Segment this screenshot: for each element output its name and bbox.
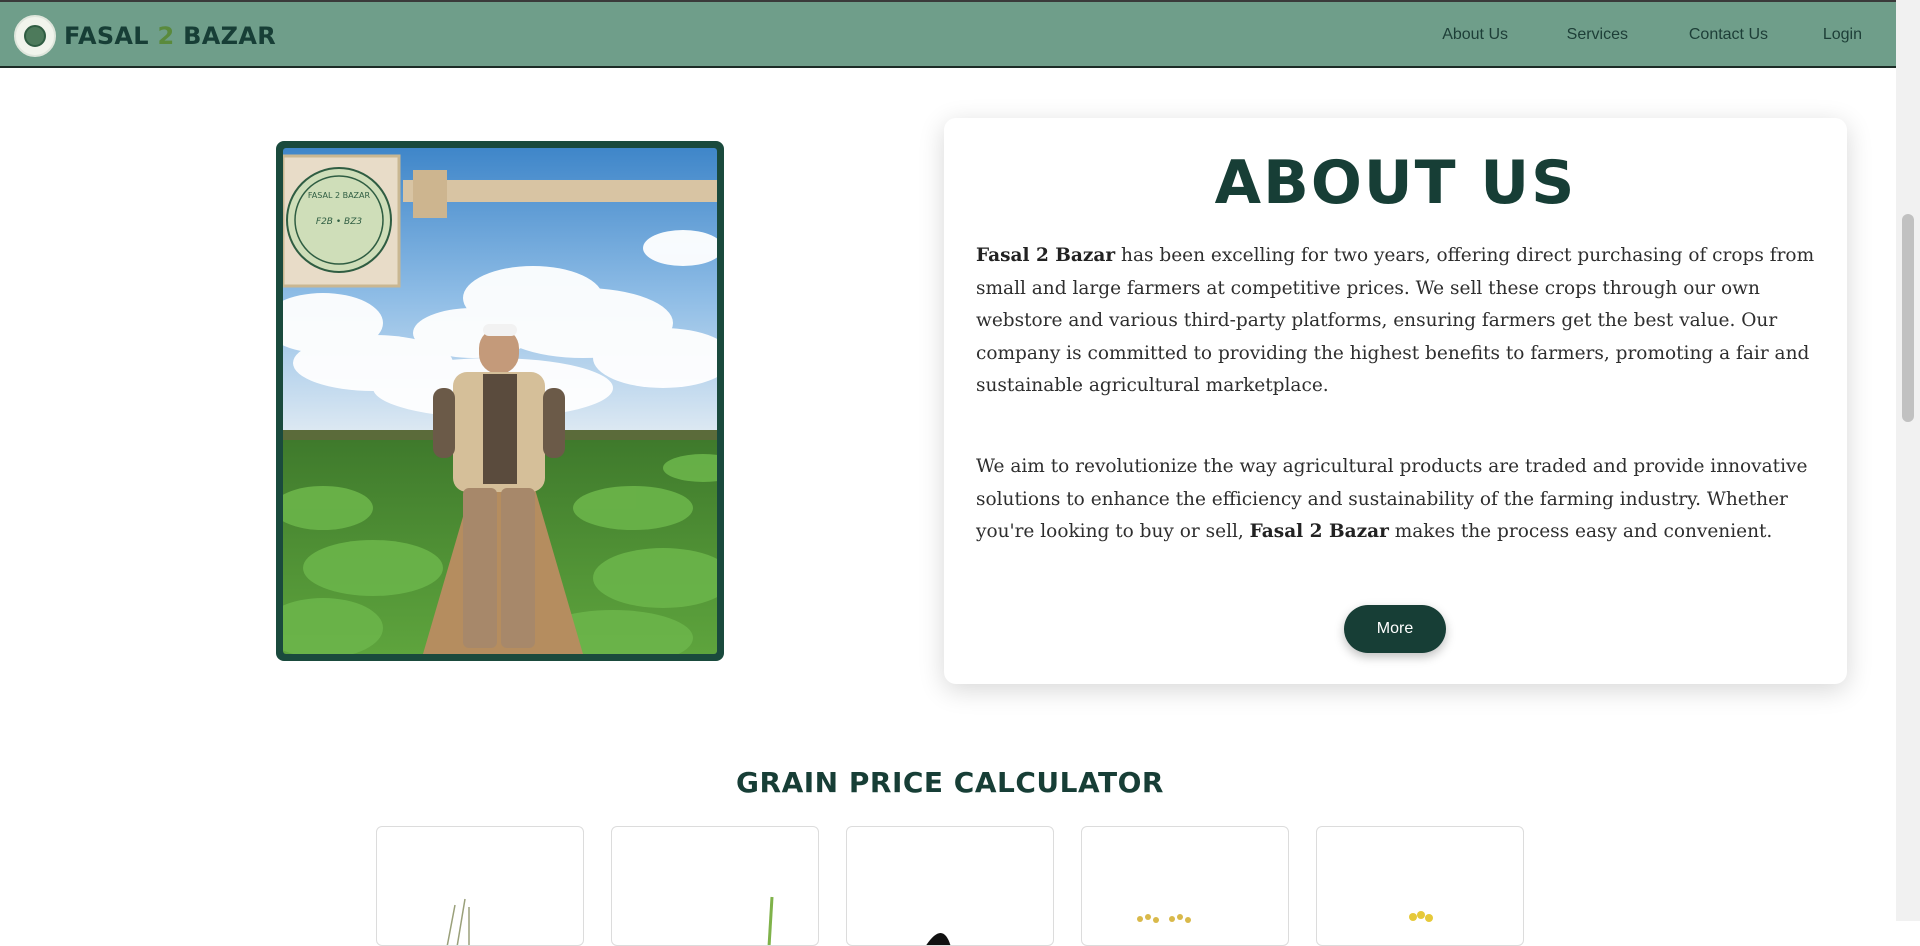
mustard-icon <box>1137 914 1191 923</box>
about-paragraph-1: Fasal 2 Bazar has been excelling for two… <box>976 240 1821 403</box>
about-card: ABOUT US Fasal 2 Bazar has been excellin… <box>944 118 1847 684</box>
grain-icon <box>926 933 951 945</box>
brand-name-part1: FASAL <box>64 22 158 50</box>
nav-contact-us[interactable]: Contact Us <box>1689 26 1768 44</box>
brand-logo[interactable] <box>14 15 56 57</box>
about-p2-text-b: makes the process easy and convenient. <box>1388 521 1773 542</box>
about-photo: FASAL 2 BAZAR F2B • BZ3 <box>283 148 717 654</box>
logo-icon <box>24 25 46 47</box>
more-button[interactable]: More <box>1344 605 1446 653</box>
grain-card-wheat[interactable] <box>376 826 584 946</box>
grain-card-grain[interactable] <box>846 826 1054 946</box>
nav-login[interactable]: Login <box>1823 26 1862 44</box>
sign-text-mid: F2B • BZ3 <box>316 217 362 227</box>
sign-text-top: FASAL 2 BAZAR <box>308 191 371 200</box>
brand-name-part3: BAZAR <box>174 22 277 50</box>
about-paragraph-2: We aim to revolutionize the way agricult… <box>976 451 1821 549</box>
grain-card-rice[interactable] <box>611 826 819 946</box>
wheat-icon <box>446 898 470 945</box>
brand-name-two: 2 <box>157 22 175 50</box>
grain-calculator-title: GRAIN PRICE CALCULATOR <box>736 766 1164 799</box>
about-title: ABOUT US <box>1214 148 1577 218</box>
farmer-in-field-image: FASAL 2 BAZAR F2B • BZ3 <box>283 148 717 654</box>
about-p1-text: has been excelling for two years, offeri… <box>976 245 1815 396</box>
rice-icon <box>767 896 774 945</box>
maize-icon <box>1409 911 1433 922</box>
grain-card-maize[interactable] <box>1316 826 1524 946</box>
brand-name[interactable]: FASAL 2 BAZAR <box>64 22 276 50</box>
nav-about-us[interactable]: About Us <box>1442 26 1508 44</box>
nav-services[interactable]: Services <box>1567 26 1628 44</box>
about-p1-brand: Fasal 2 Bazar <box>976 245 1116 266</box>
about-p2-brand: Fasal 2 Bazar <box>1249 521 1389 542</box>
navbar: FASAL 2 BAZAR About Us Services Contact … <box>0 2 1896 68</box>
grain-card-mustard[interactable] <box>1081 826 1289 946</box>
about-photo-frame: FASAL 2 BAZAR F2B • BZ3 <box>276 141 724 661</box>
scrollbar-thumb[interactable] <box>1902 214 1914 422</box>
